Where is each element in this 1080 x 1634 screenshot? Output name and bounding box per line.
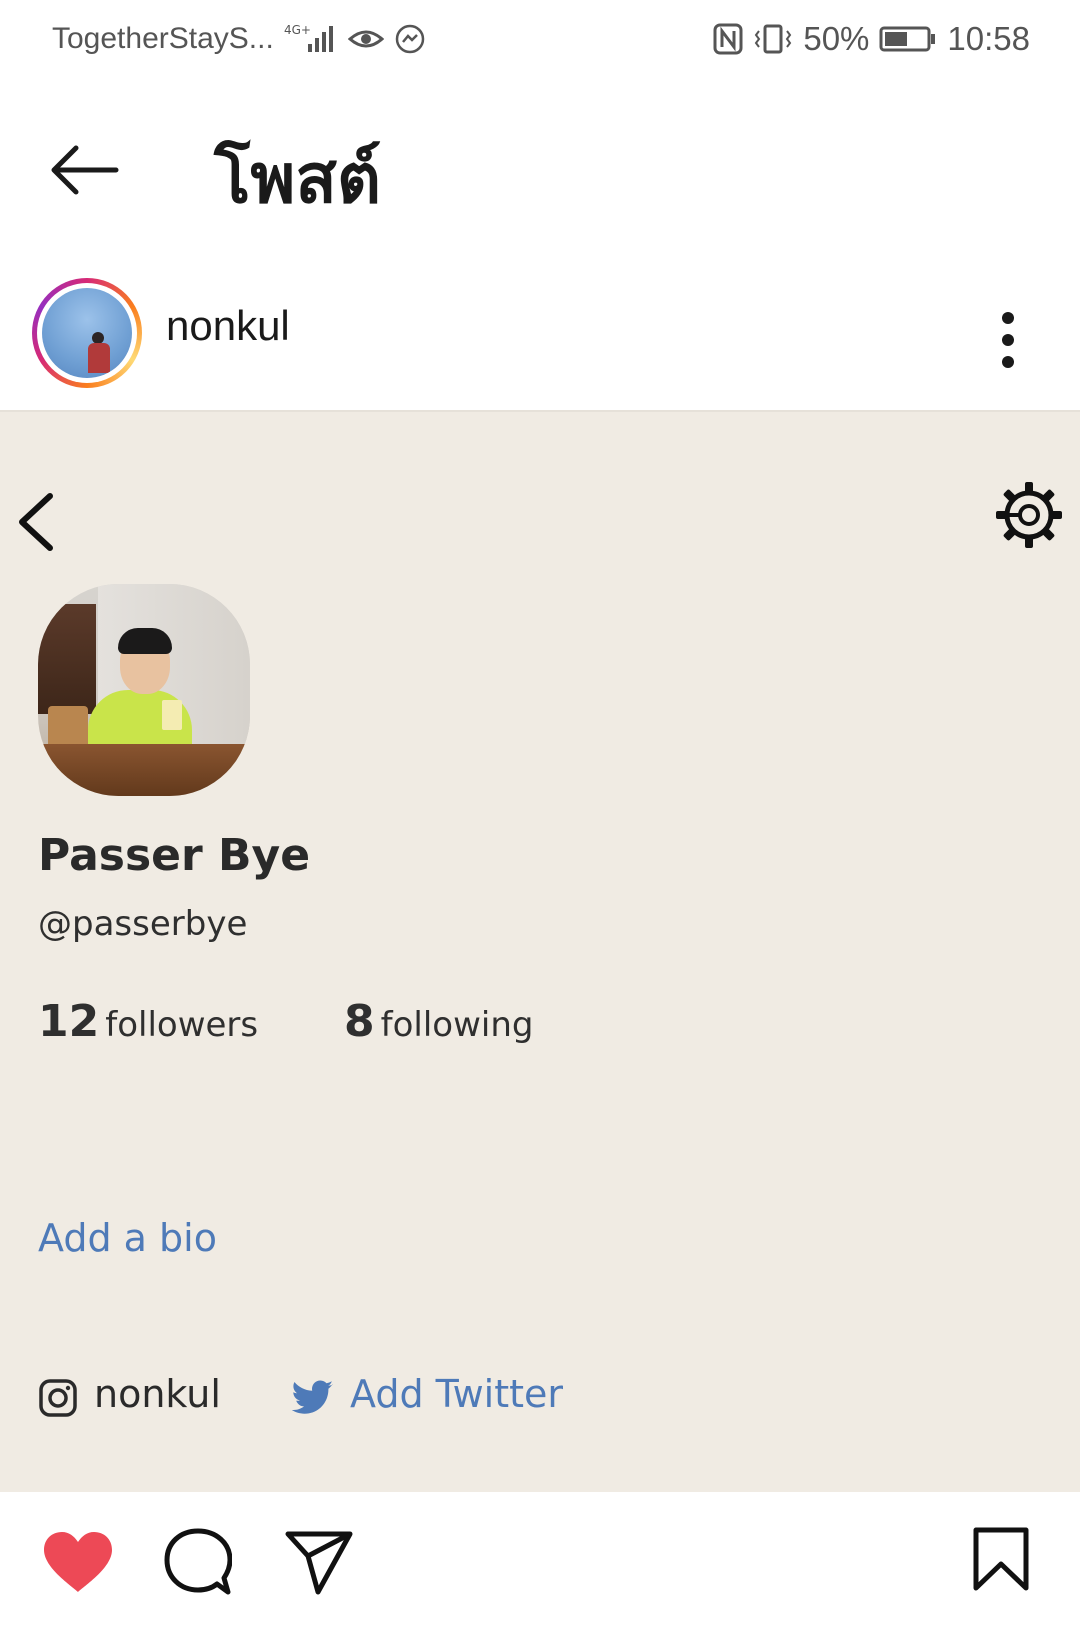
post-image[interactable]: Passer Bye @passerbye 12 followers 8 follo… (0, 410, 1080, 1492)
user-handle: @passerbye (38, 904, 248, 944)
comment-icon[interactable] (164, 1528, 233, 1596)
clock: 10:58 (947, 20, 1030, 57)
bookmark-icon[interactable] (972, 1526, 1030, 1592)
post-owner-row: nonkul (0, 270, 1080, 410)
vibrate-icon (753, 23, 793, 55)
avatar[interactable] (32, 278, 142, 388)
profile-photo (38, 584, 250, 796)
status-right: 50% 10:58 (713, 20, 1030, 58)
carrier-name: TogetherStayS... (52, 22, 274, 55)
network-type: 4G+ (284, 23, 311, 37)
followers-count: 12 (38, 996, 100, 1047)
page-title: โพสต์ (214, 140, 382, 219)
add-twitter-link: Add Twitter (350, 1372, 564, 1416)
chevron-left-icon (14, 490, 60, 554)
add-bio-link: Add a bio (38, 1216, 217, 1260)
twitter-icon (291, 1380, 334, 1416)
status-left: TogetherStayS... 4G+ (52, 22, 426, 56)
back-arrow-icon[interactable] (46, 140, 122, 200)
signal-icon: 4G+ (284, 22, 338, 56)
more-vertical-icon[interactable] (990, 298, 1026, 382)
heart-icon[interactable] (42, 1530, 114, 1594)
battery-icon (879, 25, 937, 53)
eye-icon (347, 25, 384, 53)
post-owner-username[interactable]: nonkul (166, 302, 290, 350)
nfc-icon (713, 23, 743, 55)
followers-label: followers (105, 1005, 259, 1045)
battery-percent: 50% (803, 20, 870, 57)
display-name: Passer Bye (38, 830, 311, 881)
post-action-bar (0, 1492, 1080, 1634)
following-label: following (380, 1005, 534, 1045)
gear-icon (994, 480, 1064, 550)
instagram-username: nonkul (94, 1372, 221, 1416)
messenger-icon (394, 23, 426, 55)
following-count: 8 (344, 996, 375, 1047)
send-icon[interactable] (284, 1530, 354, 1596)
header: โพสต์ (0, 110, 1080, 230)
instagram-icon (38, 1378, 78, 1418)
followers-stat: 12 followers (38, 996, 258, 1047)
status-bar: TogetherStayS... 4G+ 50% 10:58 (0, 0, 1080, 84)
following-stat: 8 following (344, 996, 533, 1047)
